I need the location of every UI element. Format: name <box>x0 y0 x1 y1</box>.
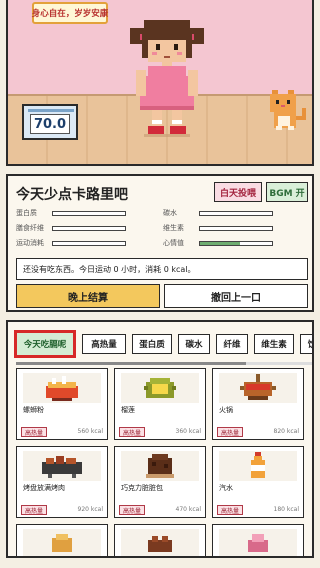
food-kcal: 360 kcal <box>175 428 201 435</box>
high-calorie-badge: 高热量 <box>21 427 47 437</box>
pixel-girl-character[interactable] <box>126 14 208 140</box>
durian-icon <box>121 373 199 403</box>
food-name: 汽水 <box>219 484 233 492</box>
stat-protein: 蛋白质 <box>16 208 126 218</box>
stat-bar <box>199 240 273 246</box>
chocolate-bun-icon <box>121 451 199 481</box>
scale-weight-readout: 70.0 <box>30 114 70 134</box>
food-card-partial[interactable] <box>212 524 304 556</box>
food-card[interactable]: 榴莲 高热量 360 kcal <box>114 368 206 440</box>
hotpot-icon <box>219 373 297 403</box>
status-panel: 今天少点卡路里吧 白天投喂 BGM 开 蛋白质 碳水 膳食纤维 维生素 运动消耗… <box>6 174 314 312</box>
tab-fiber[interactable]: 纤维 <box>216 334 248 354</box>
food-card[interactable]: 巧克力脏脏包 高热量 470 kcal <box>114 446 206 518</box>
stat-fiber: 膳食纤维 <box>16 223 126 233</box>
food-card[interactable]: 火锅 高热量 820 kcal <box>212 368 304 440</box>
high-calorie-badge: 高热量 <box>217 427 243 437</box>
stat-bar-fill <box>200 241 240 245</box>
food-name: 螺蛳粉 <box>23 406 44 414</box>
orange-cat-pet[interactable] <box>266 86 312 132</box>
food-name: 烤盘放满烤肉 <box>23 484 65 492</box>
tab-today-eat[interactable]: 今天吃膈呢 <box>14 330 76 358</box>
stat-bar <box>52 240 126 246</box>
food-picker-panel: 今天吃膈呢 高热量 蛋白质 碳水 纤维 维生素 饮 螺蛳粉 高热量 560 kc… <box>6 320 314 558</box>
food-kcal: 820 kcal <box>273 428 299 435</box>
food-card-partial[interactable] <box>16 524 108 556</box>
skewer-icon <box>121 529 199 556</box>
high-calorie-badge: 高热量 <box>217 505 243 515</box>
night-settle-button[interactable]: 晚上结算 <box>16 284 160 308</box>
stat-vitamin: 维生素 <box>163 223 273 233</box>
food-card[interactable]: 汽水 高热量 180 kcal <box>212 446 304 518</box>
stat-label: 蛋白质 <box>16 209 37 217</box>
food-kcal: 470 kcal <box>175 506 201 513</box>
daily-summary-message: 还没有吃东西。今日运动 0 小时，消耗 0 kcal。 <box>16 258 308 280</box>
stat-label: 碳水 <box>163 209 177 217</box>
stat-label: 心情值 <box>163 239 184 247</box>
stat-carbs: 碳水 <box>163 208 273 218</box>
tabs-scrollbar[interactable] <box>16 362 312 365</box>
food-card[interactable]: 烤盘放满烤肉 高热量 920 kcal <box>16 446 108 518</box>
game-scene: 身心自在，岁岁安康 70.0 <box>6 0 314 166</box>
food-kcal: 180 kcal <box>273 506 299 513</box>
noodle-bowl-icon <box>23 373 101 403</box>
food-card[interactable]: 螺蛳粉 高热量 560 kcal <box>16 368 108 440</box>
stat-label: 膳食纤维 <box>16 224 44 232</box>
undo-last-bite-button[interactable]: 撤回上一口 <box>164 284 308 308</box>
high-calorie-badge: 高热量 <box>21 505 47 515</box>
stat-bar <box>52 225 126 231</box>
tab-drinks[interactable]: 饮 <box>300 334 312 354</box>
dessert-icon <box>219 529 297 556</box>
scale-top-bar <box>28 109 74 112</box>
stat-exercise: 运动消耗 <box>16 238 126 248</box>
food-name: 巧克力脏脏包 <box>121 484 163 492</box>
food-kcal: 920 kcal <box>77 506 103 513</box>
blessing-banner: 身心自在，岁岁安康 <box>32 2 108 24</box>
bgm-toggle-button[interactable]: BGM 开 <box>266 182 308 202</box>
tab-vitamin[interactable]: 维生素 <box>254 334 294 354</box>
high-calorie-badge: 高热量 <box>119 427 145 437</box>
tab-carbs[interactable]: 碳水 <box>178 334 210 354</box>
soda-bottle-icon <box>219 451 297 481</box>
tabs-scrollbar-thumb[interactable] <box>16 362 246 365</box>
status-title: 今天少点卡路里吧 <box>16 187 128 203</box>
stat-bar <box>52 210 126 216</box>
food-kcal: 560 kcal <box>77 428 103 435</box>
food-card-partial[interactable] <box>114 524 206 556</box>
stat-bar <box>199 225 273 231</box>
fried-food-icon <box>23 529 101 556</box>
weight-scale: 70.0 <box>22 104 78 140</box>
stat-label: 维生素 <box>163 224 184 232</box>
food-category-tabs: 今天吃膈呢 高热量 蛋白质 碳水 纤维 维生素 饮 <box>12 328 312 360</box>
tab-protein[interactable]: 蛋白质 <box>132 334 172 354</box>
stat-bar <box>199 210 273 216</box>
food-name: 火锅 <box>219 406 233 414</box>
stat-label: 运动消耗 <box>16 239 44 247</box>
day-feed-button[interactable]: 白天投喂 <box>214 182 262 202</box>
bbq-grill-icon <box>23 451 101 481</box>
food-name: 榴莲 <box>121 406 135 414</box>
stat-mood: 心情值 <box>163 238 273 248</box>
tab-high-calorie[interactable]: 高热量 <box>82 334 126 354</box>
high-calorie-badge: 高热量 <box>119 505 145 515</box>
